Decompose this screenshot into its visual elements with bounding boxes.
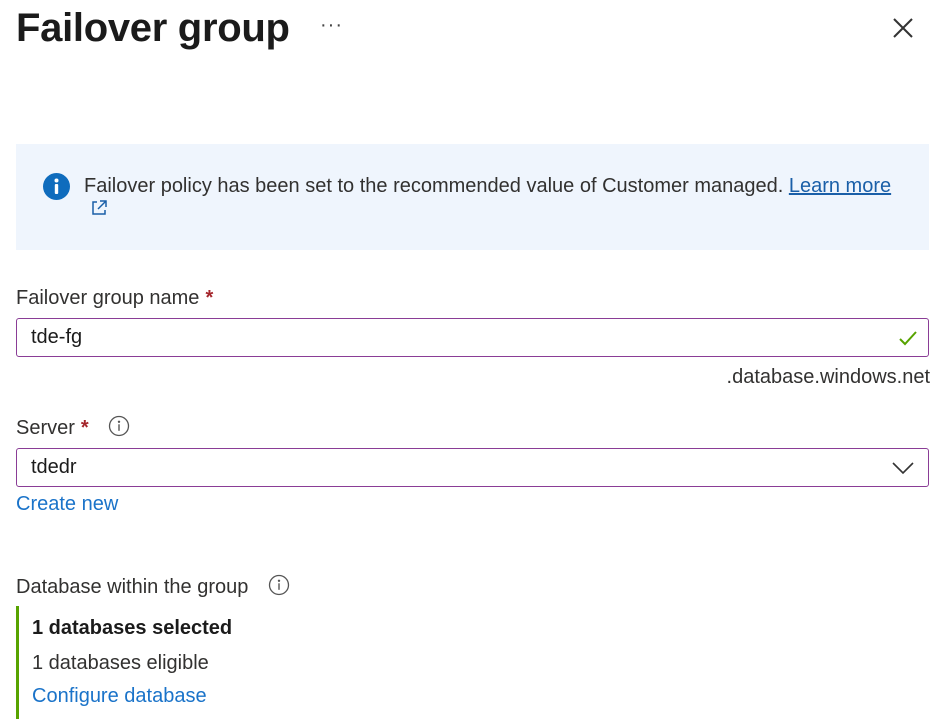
domain-suffix: .database.windows.net — [726, 366, 930, 388]
databases-label: Database within the group — [16, 573, 290, 601]
databases-label-text: Database within the group — [16, 576, 249, 598]
info-banner-message: Failover policy has been set to the reco… — [84, 175, 784, 197]
info-circle-icon[interactable] — [108, 415, 130, 437]
databases-summary: 1 databases selected 1 databases eligibl… — [16, 606, 419, 719]
server-dropdown[interactable]: tdedr — [16, 448, 929, 487]
group-name-label: Failover group name * — [16, 284, 213, 312]
group-name-input[interactable]: tde-fg — [16, 318, 929, 357]
info-circle-icon[interactable] — [268, 574, 290, 596]
learn-more-link[interactable]: Learn more — [789, 175, 891, 197]
configure-database-link[interactable]: Configure database — [32, 682, 207, 710]
group-name-label-text: Failover group name — [16, 287, 200, 309]
databases-eligible-text: 1 databases eligible — [32, 652, 209, 674]
check-icon — [899, 331, 917, 346]
info-banner-text: Failover policy has been set to the reco… — [84, 172, 914, 218]
server-label: Server * — [16, 414, 130, 442]
page-title: Failover group — [16, 6, 290, 50]
group-name-value[interactable]: tde-fg — [31, 323, 82, 351]
info-banner: Failover policy has been set to the reco… — [16, 144, 929, 250]
required-mark: * — [205, 287, 214, 309]
server-label-text: Server — [16, 417, 75, 439]
external-link-icon[interactable] — [89, 198, 109, 218]
info-icon — [43, 173, 70, 200]
more-options-button[interactable]: ··· — [320, 10, 343, 40]
chevron-down-icon[interactable] — [892, 461, 914, 475]
create-new-link[interactable]: Create new — [16, 490, 118, 518]
close-icon[interactable] — [888, 13, 918, 43]
required-mark: * — [80, 417, 89, 439]
server-selected-value[interactable]: tdedr — [31, 453, 77, 481]
databases-selected-text: 1 databases selected — [32, 617, 233, 639]
